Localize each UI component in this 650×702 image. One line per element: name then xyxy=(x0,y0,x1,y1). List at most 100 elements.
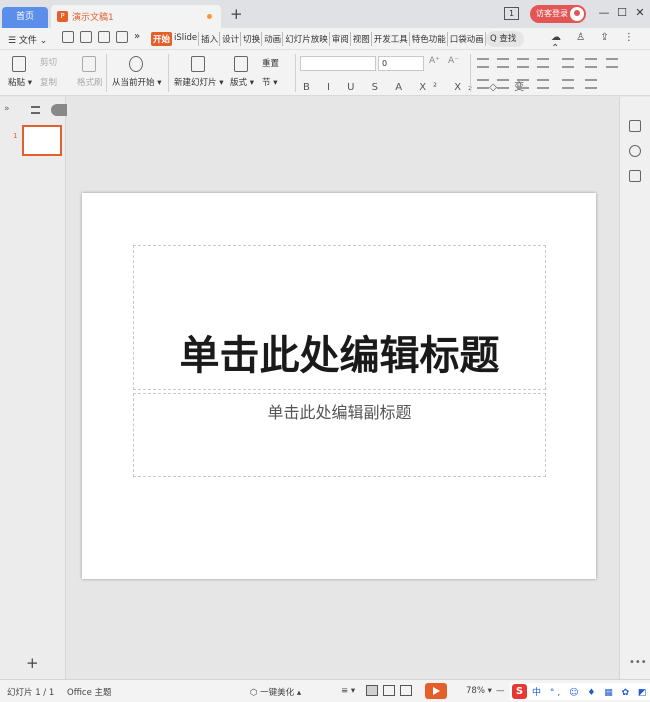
zoom-out-button[interactable]: — xyxy=(496,686,505,696)
notes-button[interactable]: ≡ ▾ xyxy=(341,686,355,696)
more-tools-icon[interactable]: » xyxy=(134,31,140,42)
minimize-button[interactable]: — xyxy=(597,5,611,21)
beautify-button[interactable]: ⬡ 一键美化 ▴ xyxy=(250,686,301,698)
menu-bar: ☰ 文件 ⌄ » 开始 iSlide 插入 设计 切换 动画 幻灯片放映 审阅 … xyxy=(0,28,650,54)
text-direction-icon[interactable] xyxy=(562,58,574,68)
login-label: 访客登录 xyxy=(536,9,568,18)
align-center-icon[interactable] xyxy=(497,79,509,89)
slide-count: 幻灯片 1 / 1 xyxy=(7,688,55,698)
save-icon[interactable] xyxy=(62,31,74,43)
document-tab-label: 演示文稿1 xyxy=(72,13,114,23)
format-painter-icon[interactable] xyxy=(82,56,96,72)
more-icon[interactable]: ••• xyxy=(629,657,647,668)
line-spacing-icon[interactable] xyxy=(585,58,597,68)
input-method-bar[interactable]: S 中 °, ☺ ♦ ▦ ✿ ◩ xyxy=(510,683,650,700)
slide-thumbnail-panel: » 1 + xyxy=(0,97,67,679)
format-painter-button[interactable]: 格式刷 xyxy=(77,76,103,88)
status-bar: 幻灯片 1 / 1 Office 主题 ⬡ 一键美化 ▴ ≡ ▾ 78% ▾ —… xyxy=(0,679,650,702)
tab-transition[interactable]: 切换 xyxy=(242,32,263,46)
tab-developer[interactable]: 开发工具 xyxy=(373,32,410,46)
tab-slideshow[interactable]: 幻灯片放映 xyxy=(284,32,330,46)
subtitle-placeholder[interactable]: 单击此处编辑副标题 xyxy=(133,393,546,477)
ribbon-tabs: 开始 iSlide 插入 设计 切换 动画 幻灯片放映 审阅 视图 开发工具 特… xyxy=(151,32,500,46)
tab-insert[interactable]: 插入 xyxy=(200,32,221,46)
cut-button[interactable]: 剪切 xyxy=(40,56,57,68)
slide-library-icon[interactable] xyxy=(629,170,641,182)
file-menu[interactable]: ☰ 文件 ⌄ xyxy=(8,33,47,46)
play-from-current-button[interactable]: 从当前开始 ▾ xyxy=(112,76,161,88)
avatar-icon xyxy=(570,7,584,21)
align-right-icon[interactable] xyxy=(517,79,529,89)
quick-access-toolbar xyxy=(62,31,134,43)
print-preview-icon[interactable] xyxy=(80,31,92,43)
slide-thumbnail[interactable] xyxy=(22,125,62,156)
layout-button[interactable]: 版式 ▾ xyxy=(230,76,254,88)
indent-decrease-icon[interactable] xyxy=(517,58,529,68)
tab-view[interactable]: 视图 xyxy=(352,32,372,46)
tab-islide[interactable]: iSlide xyxy=(173,32,200,46)
slide-canvas: 单击此处编辑标题 单击此处编辑副标题 xyxy=(67,97,619,679)
new-tab-button[interactable]: + xyxy=(230,7,243,22)
ime-status-icons[interactable]: 中 °, ☺ ♦ ▦ ✿ ◩ xyxy=(532,685,650,698)
new-slide-button[interactable]: 新建幻灯片 ▾ xyxy=(174,76,223,88)
paste-icon[interactable] xyxy=(12,56,26,72)
align-justify-icon[interactable] xyxy=(537,79,549,89)
section-button[interactable]: 节 ▾ xyxy=(262,76,277,88)
title-bar: 首页 P 演示文稿1 + 1 访客登录 — ☐ ✕ xyxy=(0,0,650,28)
slide-subtitle: 单击此处编辑副标题 xyxy=(267,403,412,422)
play-icon[interactable] xyxy=(129,56,143,72)
close-button[interactable]: ✕ xyxy=(633,5,647,21)
reset-button[interactable]: 重置 xyxy=(262,57,279,69)
number-list-icon[interactable] xyxy=(497,58,509,68)
font-size-down-button[interactable]: A⁻ xyxy=(448,56,459,66)
ribbon-toolbar: 粘贴 ▾ 剪切 复制 格式刷 从当前开始 ▾ 新建幻灯片 ▾ 版式 ▾ 重置 节… xyxy=(0,50,650,96)
properties-icon[interactable] xyxy=(629,120,641,132)
slide[interactable]: 单击此处编辑标题 单击此处编辑副标题 xyxy=(82,193,596,579)
tab-design[interactable]: 设计 xyxy=(221,32,242,46)
tab-features[interactable]: 特色功能 xyxy=(411,32,448,46)
layout-icon[interactable] xyxy=(234,56,248,72)
text-box-icon[interactable] xyxy=(606,58,618,68)
slide-title: 单击此处编辑标题 xyxy=(179,333,500,379)
presentation-file-icon: P xyxy=(57,11,68,22)
new-slide-icon[interactable] xyxy=(191,56,205,72)
print-icon[interactable] xyxy=(98,31,110,43)
theme-name[interactable]: Office 主题 xyxy=(67,686,112,698)
copy-button[interactable]: 复制 xyxy=(40,76,57,88)
tab-document[interactable]: P 演示文稿1 xyxy=(51,5,221,28)
bullet-list-icon[interactable] xyxy=(477,58,489,68)
window-count-badge[interactable]: 1 xyxy=(504,7,519,20)
tab-start[interactable]: 开始 xyxy=(151,32,173,46)
add-slide-button[interactable]: + xyxy=(26,654,39,672)
animation-pane-icon[interactable] xyxy=(629,145,641,157)
indent-increase-icon[interactable] xyxy=(537,58,549,68)
font-size-up-button[interactable]: A⁺ xyxy=(429,56,440,66)
slideshow-play-button[interactable] xyxy=(425,683,447,699)
tab-review[interactable]: 审阅 xyxy=(331,32,351,46)
right-tool-strip: ••• xyxy=(619,97,650,679)
unsaved-dot-icon xyxy=(207,14,212,19)
zoom-level[interactable]: 78% ▾ xyxy=(466,686,492,696)
columns-icon[interactable] xyxy=(585,79,597,89)
font-family-select[interactable] xyxy=(300,56,376,71)
reading-view-icon[interactable] xyxy=(400,685,412,696)
search-button[interactable]: Q 查找 xyxy=(486,31,524,47)
normal-view-icon[interactable] xyxy=(366,685,378,696)
align-left-icon[interactable] xyxy=(477,79,489,89)
font-size-select[interactable]: 0 xyxy=(378,56,424,71)
title-placeholder[interactable]: 单击此处编辑标题 xyxy=(133,245,546,390)
distribute-icon[interactable] xyxy=(562,79,574,89)
slide-sorter-view-icon[interactable] xyxy=(383,685,395,696)
maximize-button[interactable]: ☐ xyxy=(615,5,629,21)
sogou-logo-icon: S xyxy=(512,684,527,699)
slide-number: 1 xyxy=(13,132,18,140)
export-icon[interactable] xyxy=(116,31,128,43)
guest-login-button[interactable]: 访客登录 xyxy=(530,5,586,23)
collapse-panel-icon[interactable]: » xyxy=(4,104,10,114)
tab-home[interactable]: 首页 xyxy=(2,7,48,28)
tab-animation[interactable]: 动画 xyxy=(263,32,284,46)
tab-pocket-animation[interactable]: 口袋动画 xyxy=(449,32,486,46)
paste-button[interactable]: 粘贴 ▾ xyxy=(8,76,32,88)
outline-view-icon[interactable] xyxy=(31,106,40,114)
thumbnail-view-toggle[interactable] xyxy=(51,104,67,116)
